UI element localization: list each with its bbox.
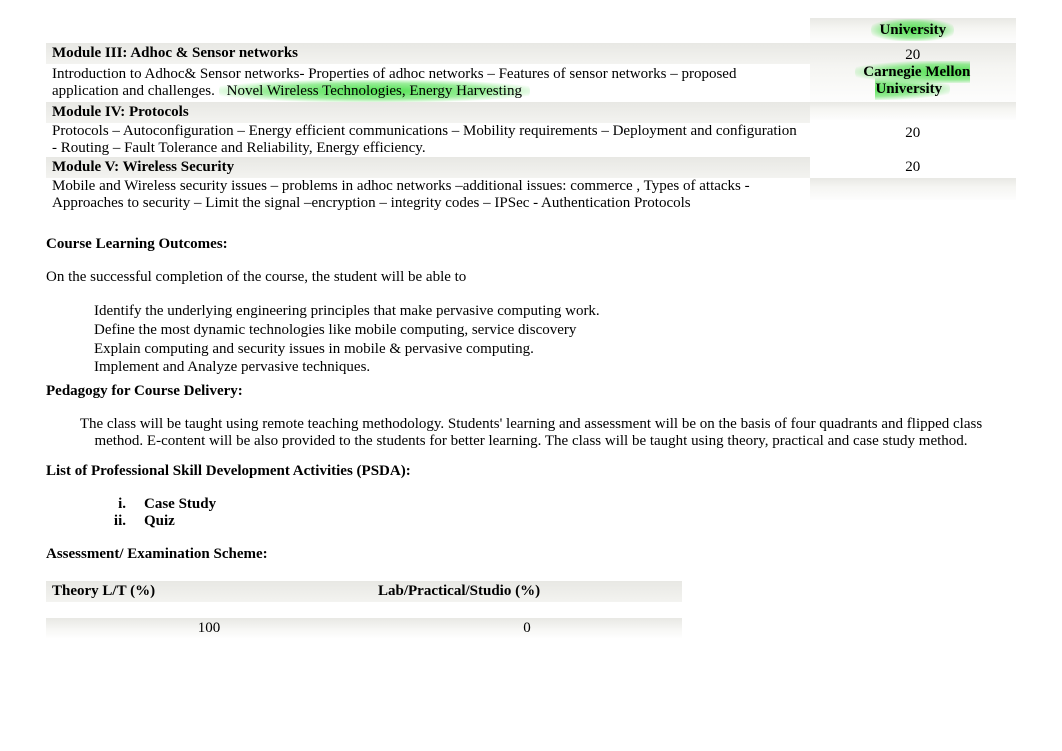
module-4-hours: 20 — [810, 123, 1016, 144]
assessment-table: Theory L/T (%) Lab/Practical/Studio (%) … — [46, 581, 682, 639]
outcomes-heading: Course Learning Outcomes: — [46, 236, 1016, 253]
modules-table: University Module III: Adhoc & Sensor ne… — [46, 18, 1016, 212]
list-item: Define the most dynamic technologies lik… — [70, 321, 1016, 340]
module-3-highlight: Novel Wireless Technologies, Energy Harv… — [219, 80, 530, 102]
module-5-hours: 20 — [810, 157, 1016, 178]
assess-col1-header: Theory L/T (%) — [46, 581, 372, 602]
list-item: Implement and Analyze pervasive techniqu… — [70, 358, 1016, 377]
assess-col2-header: Lab/Practical/Studio (%) — [372, 581, 682, 602]
module-3-body: Introduction to Adhoc& Sensor networks- … — [46, 66, 810, 100]
module-3-university: Carnegie Mellon University — [855, 61, 970, 100]
module-4-title: Module IV: Protocols — [46, 102, 810, 123]
psda-heading: List of Professional Skill Development A… — [46, 463, 1016, 480]
list-item: Explain computing and security issues in… — [70, 340, 1016, 359]
module-4-body: Protocols – Autoconfiguration – Energy e… — [46, 123, 810, 157]
list-item: Identify the underlying engineering prin… — [70, 302, 1016, 321]
university-header: University — [871, 19, 954, 41]
module-5-title: Module V: Wireless Security — [46, 157, 810, 178]
outcomes-intro: On the successful completion of the cour… — [46, 269, 1016, 286]
assessment-heading: Assessment/ Examination Scheme: — [46, 546, 1016, 563]
pedagogy-heading: Pedagogy for Course Delivery: — [46, 383, 1016, 400]
pedagogy-body: The class will be taught using remote te… — [46, 416, 1016, 449]
list-item: ii.Quiz — [104, 513, 1016, 530]
assess-col2-value: 0 — [372, 618, 682, 639]
list-item: i.Case Study — [104, 496, 1016, 513]
assess-col1-value: 100 — [46, 618, 372, 639]
outcomes-list: Identify the underlying engineering prin… — [70, 302, 1016, 377]
module-3-title: Module III: Adhoc & Sensor networks — [46, 43, 810, 64]
module-5-body: Mobile and Wireless security issues – pr… — [46, 178, 810, 212]
psda-list: i.Case Study ii.Quiz — [104, 496, 1016, 530]
